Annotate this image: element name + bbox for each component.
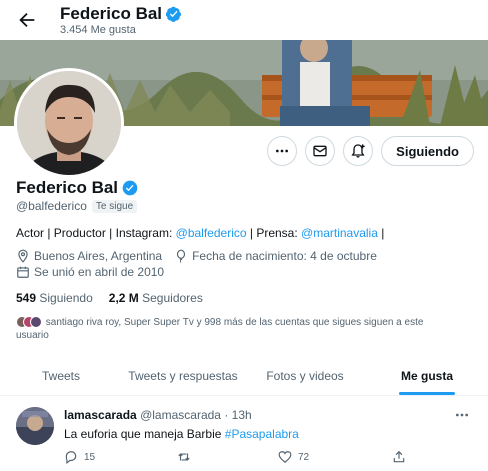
profile-handle-row: @balfederico Te sigue — [16, 199, 138, 213]
tab-tweets-and-replies[interactable]: Tweets y respuestas — [122, 356, 244, 395]
profile-meta-row-2: Se unió en abril de 2010 — [16, 265, 164, 279]
profile-joined: Se unió en abril de 2010 — [34, 265, 165, 279]
tweet-author-handle[interactable]: @lamascarada — [140, 408, 221, 422]
tweet-text: La euforia que maneja Barbie #Pasapalabr… — [64, 427, 299, 441]
profile-actions: Siguiendo — [267, 136, 474, 166]
tab-media[interactable]: Fotos y videos — [244, 356, 366, 395]
known-followers-avatars — [16, 316, 42, 329]
tweet-item[interactable]: lamascarada @lamascarada · 13h La eufori… — [0, 397, 488, 471]
bio-text-1: Actor | Productor | Instagram: — [16, 226, 176, 240]
top-bar: Federico Bal 3.454 Me gusta — [0, 0, 488, 40]
tweet-actions: 15 72 — [64, 450, 414, 466]
followers-count-link[interactable]: 2,2 M Seguidores — [109, 291, 203, 305]
share-icon — [393, 450, 405, 463]
known-followers[interactable]: santiago riva roy, Super Super Tv y 998 … — [16, 316, 456, 342]
back-arrow-icon[interactable] — [16, 9, 38, 31]
following-count: 549 — [16, 291, 37, 305]
more-icon — [276, 149, 289, 153]
known-followers-text: santiago riva roy, Super Super Tv y 998 … — [16, 317, 424, 341]
profile-meta-row-1: Buenos Aires, Argentina Fecha de nacimie… — [16, 249, 377, 263]
tab-tweets[interactable]: Tweets — [0, 356, 122, 395]
message-button[interactable] — [305, 136, 336, 166]
bell-plus-icon — [351, 144, 365, 158]
followers-label: Seguidores — [142, 291, 203, 305]
header-name: Federico Bal — [60, 4, 163, 23]
balloon-icon — [177, 249, 186, 263]
following-count-link[interactable]: 549 Siguiendo — [16, 291, 93, 305]
profile-name: Federico Bal — [16, 178, 138, 198]
like-count: 72 — [298, 451, 310, 463]
notifications-button[interactable] — [343, 136, 374, 166]
location-pin-icon — [18, 249, 28, 263]
more-icon — [456, 413, 468, 417]
profile-tabs: Tweets Tweets y respuestas Fotos y video… — [0, 356, 488, 396]
follower-avatar — [30, 316, 42, 329]
profile-display-name: Federico Bal — [16, 178, 119, 197]
follows-you-badge: Te sigue — [91, 199, 138, 213]
following-label: Siguiendo — [39, 291, 93, 305]
share-button[interactable] — [392, 450, 406, 464]
tweet-avatar-image — [16, 407, 54, 445]
tweet-time[interactable]: · 13h — [224, 408, 251, 422]
tweet-hashtag[interactable]: #Pasapalabra — [225, 427, 299, 441]
followers-count: 2,2 M — [108, 291, 139, 305]
tweet-author-avatar[interactable] — [16, 407, 54, 445]
profile-bio: Actor | Productor | Instagram: @balfeder… — [16, 226, 384, 240]
avatar-photo — [17, 71, 121, 175]
envelope-icon — [313, 145, 327, 157]
tab-likes[interactable]: Me gusta — [366, 356, 488, 395]
reply-button[interactable]: 15 — [64, 450, 95, 464]
bio-link-press[interactable]: @martinavalia — [301, 226, 378, 240]
retweet-icon — [178, 453, 190, 461]
profile-location: Buenos Aires, Argentina — [34, 249, 163, 263]
more-options-button[interactable] — [267, 136, 298, 166]
tweet-more-button[interactable] — [454, 407, 470, 423]
heart-icon — [278, 451, 292, 464]
following-button[interactable]: Siguiendo — [381, 136, 474, 166]
tweet-body: La euforia que maneja Barbie — [64, 427, 225, 441]
follow-counts: 549 Siguiendo 2,2 M Seguidores — [16, 291, 203, 305]
bio-link-instagram[interactable]: @balfederico — [176, 226, 247, 240]
bio-text-3: | — [377, 226, 385, 240]
bio-text-2: | Prensa: — [246, 226, 302, 240]
profile-birthday: Fecha de nacimiento: 4 de octubre — [192, 249, 377, 263]
reply-icon — [65, 451, 77, 464]
reply-count: 15 — [84, 451, 96, 463]
tweet-author-name[interactable]: lamascarada — [64, 408, 137, 422]
header-likes-count: 3.454 Me gusta — [60, 24, 136, 36]
verified-badge-icon — [122, 180, 138, 196]
tweet-header: lamascarada @lamascarada · 13h — [64, 408, 252, 422]
verified-badge-icon — [166, 6, 182, 22]
retweet-button[interactable] — [176, 450, 192, 464]
profile-handle: @balfederico — [16, 199, 87, 213]
profile-avatar[interactable] — [14, 68, 124, 178]
header-title: Federico Bal — [60, 4, 182, 24]
calendar-icon — [17, 266, 29, 278]
like-button[interactable]: 72 — [278, 450, 309, 464]
